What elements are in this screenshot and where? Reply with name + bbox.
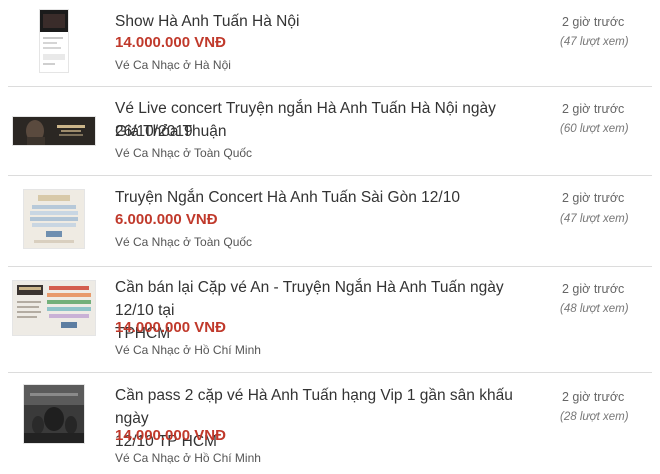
listing-title[interactable]: Truyện Ngắn Concert Hà Anh Tuấn Sài Gòn … bbox=[115, 186, 545, 209]
list-item[interactable]: Cần bán lại Cặp vé An - Truyện Ngắn Hà A… bbox=[8, 267, 652, 373]
listing-time: 2 giờ trước bbox=[562, 102, 624, 116]
listing-price: 14.000.000 VNĐ bbox=[115, 427, 226, 444]
list-item[interactable]: Show Hà Anh Tuấn Hà Nội 14.000.000 VNĐ V… bbox=[8, 0, 652, 87]
listing-thumbnail[interactable] bbox=[24, 190, 84, 248]
concert-banner-image bbox=[13, 117, 95, 145]
listing-time: 2 giờ trước bbox=[562, 191, 624, 205]
listing-views: (48 lượt xem) bbox=[560, 303, 629, 315]
listing-category-link[interactable]: Vé Ca Nhạc ở Toàn Quốc bbox=[115, 146, 252, 160]
listing-thumbnail[interactable] bbox=[13, 281, 95, 335]
listing-views: (47 lượt xem) bbox=[560, 213, 629, 225]
listing-thumbnail[interactable] bbox=[24, 385, 84, 443]
listing-price: Giá Thỏa Thuận bbox=[115, 120, 545, 143]
listing-title[interactable]: Show Hà Anh Tuấn Hà Nội bbox=[115, 10, 545, 33]
bw-concert-photo-image bbox=[24, 385, 84, 443]
listing-thumbnail[interactable] bbox=[13, 117, 95, 145]
listing-time: 2 giờ trước bbox=[562, 390, 624, 404]
list-item[interactable]: Cần pass 2 cặp vé Hà Anh Tuấn hạng Vip 1… bbox=[8, 373, 652, 474]
listing-price: 14.000.000 VNĐ bbox=[115, 319, 226, 336]
list-item[interactable]: Truyện Ngắn Concert Hà Anh Tuấn Sài Gòn … bbox=[8, 176, 652, 267]
listing-price: 14.000.000 VNĐ bbox=[115, 34, 226, 51]
seating-map-image bbox=[24, 190, 84, 248]
listing-category-link[interactable]: Vé Ca Nhạc ở Hồ Chí Minh bbox=[115, 451, 261, 465]
listing-views: (60 lượt xem) bbox=[560, 123, 629, 135]
listing-price: 6.000.000 VNĐ bbox=[115, 211, 218, 228]
listing-category-link[interactable]: Vé Ca Nhạc ở Hà Nội bbox=[115, 58, 231, 72]
list-item[interactable]: Vé Live concert Truyện ngắn Hà Anh Tuấn … bbox=[8, 87, 652, 176]
seating-chart-image bbox=[13, 281, 95, 335]
listing-category-link[interactable]: Vé Ca Nhạc ở Toàn Quốc bbox=[115, 235, 252, 249]
listing-views: (28 lượt xem) bbox=[560, 411, 629, 423]
listing-thumbnail[interactable] bbox=[40, 10, 68, 72]
listing-list: Show Hà Anh Tuấn Hà Nội 14.000.000 VNĐ V… bbox=[0, 0, 660, 474]
phone-screenshot-image bbox=[40, 10, 68, 72]
listing-category-link[interactable]: Vé Ca Nhạc ở Hồ Chí Minh bbox=[115, 343, 261, 357]
listing-time: 2 giờ trước bbox=[562, 282, 624, 296]
listing-time: 2 giờ trước bbox=[562, 15, 624, 29]
listing-views: (47 lượt xem) bbox=[560, 36, 629, 48]
